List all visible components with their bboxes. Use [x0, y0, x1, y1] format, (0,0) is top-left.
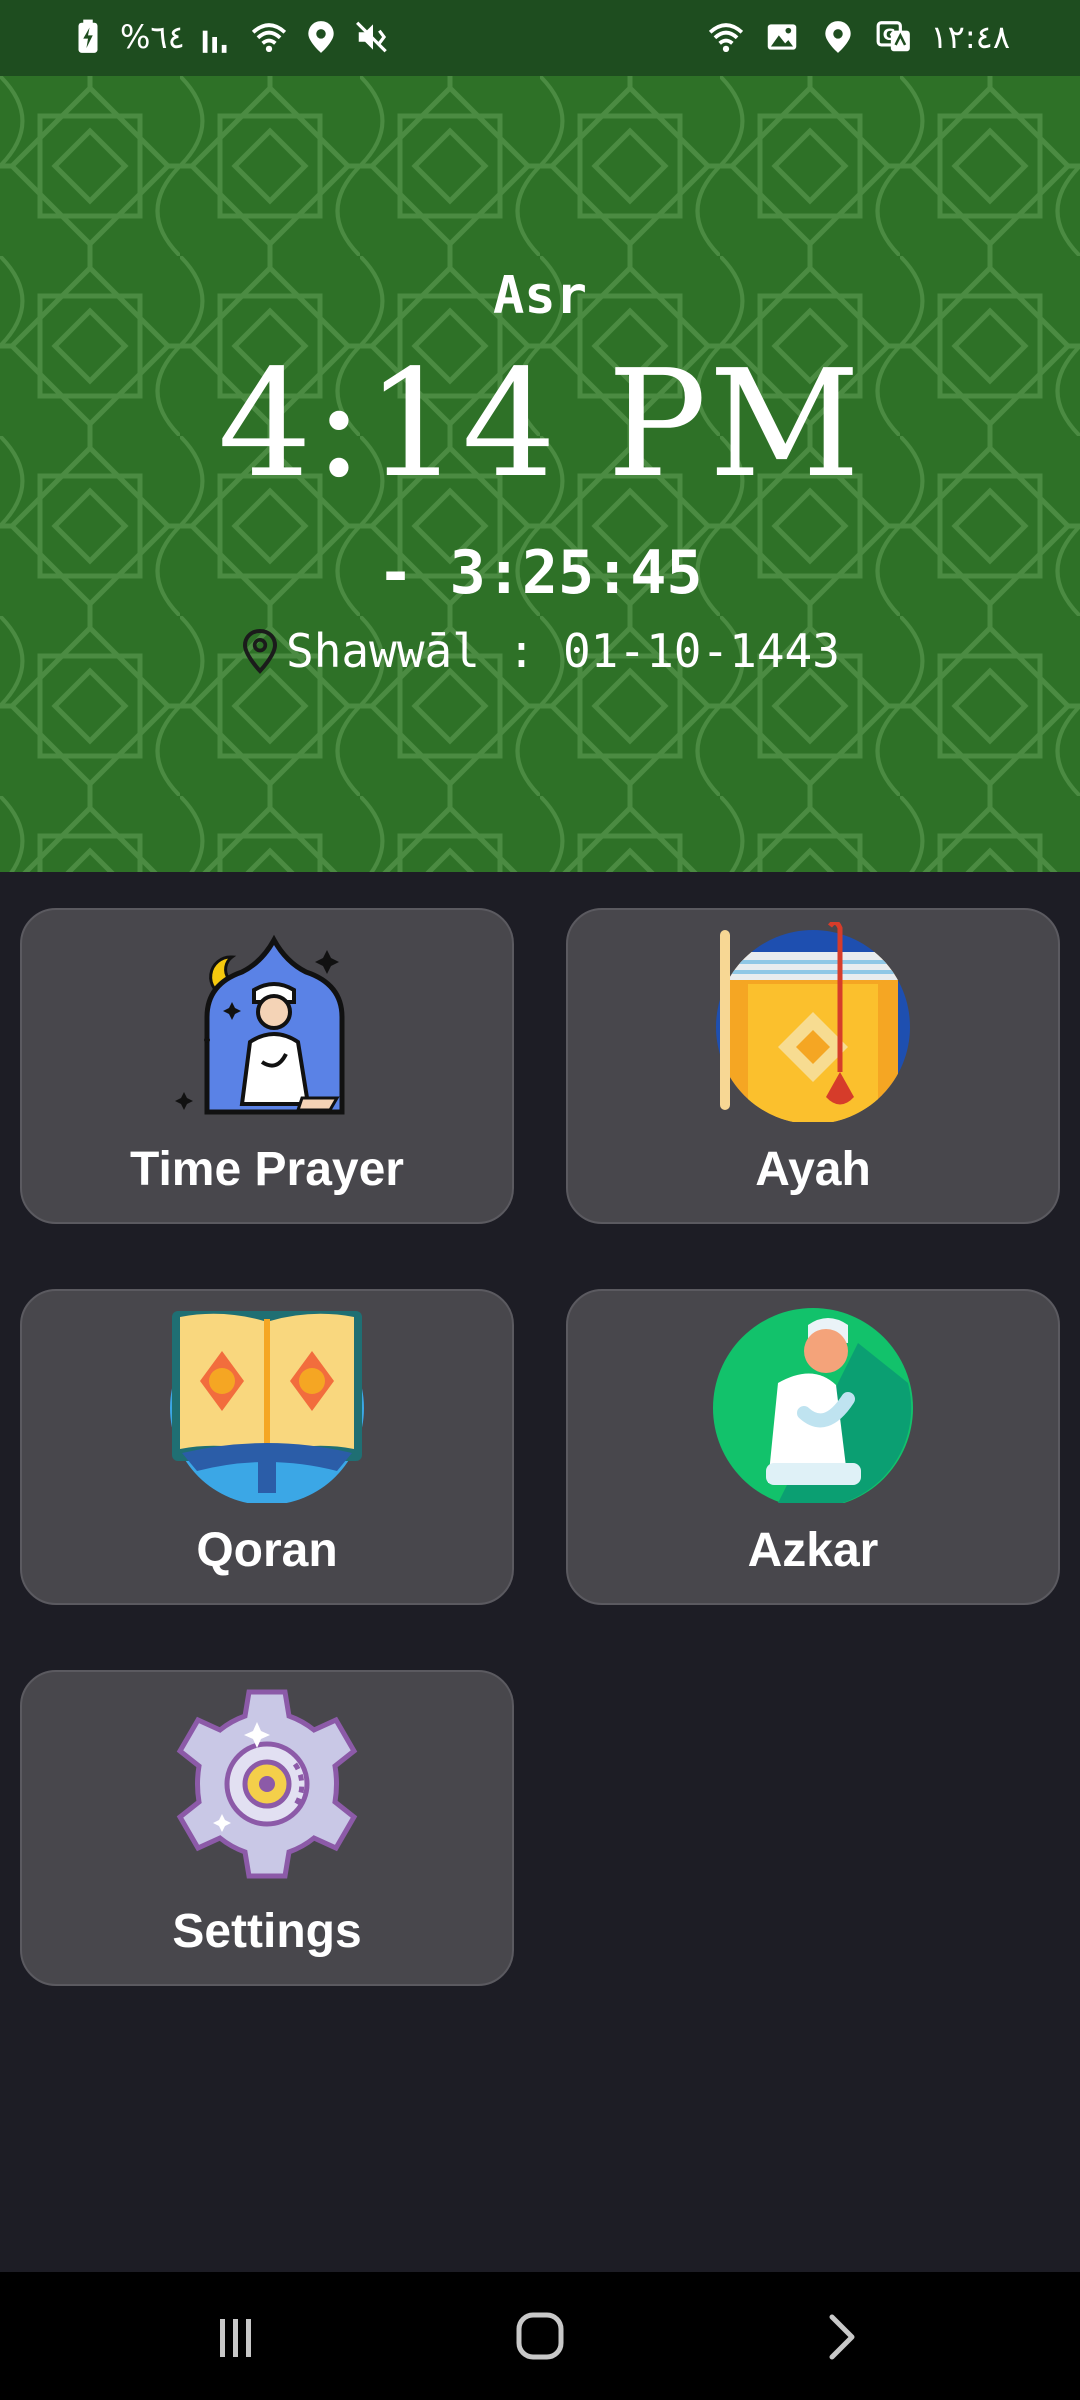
status-clock: ١٢:٤٨: [930, 18, 1010, 56]
praying-man-mosque-icon: [162, 922, 372, 1122]
azkar-card[interactable]: Azkar: [566, 1289, 1060, 1605]
mute-icon: [353, 14, 393, 60]
settings-card[interactable]: Settings: [20, 1670, 514, 1986]
image-icon: [762, 14, 802, 60]
current-prayer-name: Asr: [493, 266, 587, 326]
status-bar: %٦٤ G ١٢:٤٨: [0, 0, 1080, 76]
back-button[interactable]: [796, 2302, 886, 2372]
gear-icon: [162, 1684, 372, 1884]
hijri-date: Shawwāl : 01-10-1443: [286, 624, 840, 678]
card-label: Time Prayer: [130, 1143, 404, 1196]
card-label: Qoran: [196, 1524, 338, 1577]
ayah-card[interactable]: Ayah: [566, 908, 1060, 1224]
battery-percentage: %٦٤: [120, 18, 185, 56]
system-nav-bar: [0, 2272, 1080, 2400]
prayer-countdown: - 3:25:45: [377, 538, 703, 608]
open-quran-icon: [162, 1303, 372, 1505]
translate-icon: G: [874, 14, 914, 60]
signal-icon: [197, 14, 237, 60]
card-label: Azkar: [747, 1524, 879, 1577]
current-prayer-time: 4:14 PM: [217, 338, 863, 510]
battery-charging-icon: [68, 14, 108, 60]
card-label: Ayah: [755, 1143, 871, 1196]
quran-book-icon: [708, 920, 918, 1124]
time-prayer-card[interactable]: Time Prayer: [20, 908, 514, 1224]
wifi-icon: [249, 14, 289, 60]
back-icon: [829, 2314, 855, 2360]
recent-apps-icon: [220, 2319, 251, 2357]
card-label: Settings: [172, 1905, 362, 1958]
hijri-date-row: Shawwāl : 01-10-1443: [0, 624, 1080, 678]
location-icon: [301, 14, 341, 60]
prayer-header: Asr 4:14 PM - 3:25:45 Shawwāl : 01-10-14…: [0, 76, 1080, 872]
wifi-icon: [706, 14, 746, 60]
location-icon: [818, 14, 858, 60]
home-icon: [516, 2312, 564, 2360]
recent-apps-button[interactable]: [190, 2302, 280, 2372]
qoran-card[interactable]: Qoran: [20, 1289, 514, 1605]
home-button[interactable]: [495, 2302, 585, 2372]
worshipper-icon: [708, 1303, 918, 1508]
location-pin-icon: [243, 628, 278, 674]
